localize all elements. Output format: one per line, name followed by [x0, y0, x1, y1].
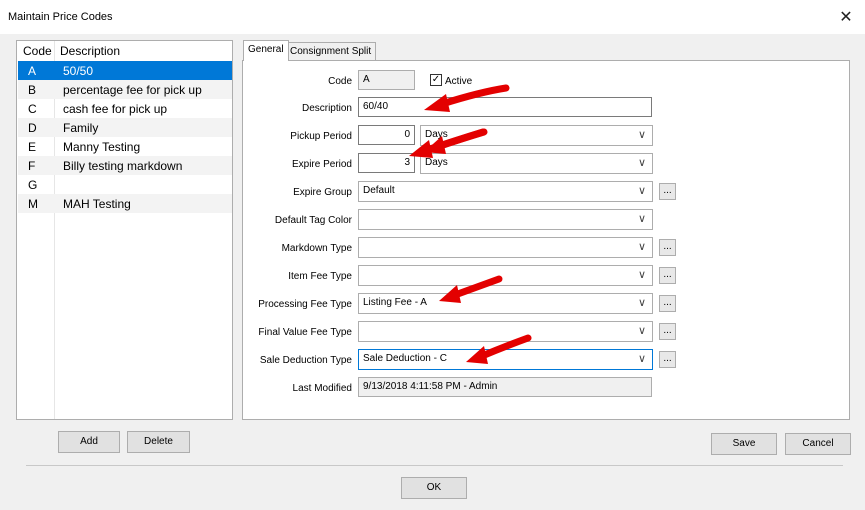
save-button[interactable]: Save — [711, 433, 777, 455]
default-tag-color-select[interactable]: ∨ — [358, 209, 653, 230]
description-label: Description — [301, 103, 352, 114]
window-title: Maintain Price Codes — [8, 11, 113, 23]
markdown-type-select[interactable]: ∨ — [358, 237, 653, 258]
list-item[interactable]: M MAH Testing — [18, 194, 232, 213]
expire-unit-value: Days — [425, 157, 448, 168]
item-fee-type-select[interactable]: ∨ — [358, 265, 653, 286]
tab-general[interactable]: General — [243, 40, 289, 61]
expire-group-browse-button[interactable]: ... — [659, 183, 676, 200]
cancel-button[interactable]: Cancel — [785, 433, 851, 455]
chevron-down-icon: ∨ — [637, 325, 646, 337]
list-item[interactable]: C cash fee for pick up — [18, 99, 232, 118]
active-checkbox[interactable]: ✓ — [430, 74, 442, 86]
list-item-code: F — [28, 159, 36, 173]
default-tag-color-label: Default Tag Color — [274, 215, 352, 226]
description-field[interactable]: 60/40 — [358, 97, 652, 117]
expire-unit-select[interactable]: Days ∨ — [420, 153, 653, 174]
code-label: Code — [328, 76, 352, 87]
expire-period-field[interactable]: 3 — [358, 153, 415, 173]
list-item-code: A — [28, 64, 37, 78]
item-fee-type-label: Item Fee Type — [288, 271, 352, 282]
active-label: Active — [445, 76, 473, 87]
title-bar: Maintain Price Codes ✕ — [0, 0, 865, 34]
processing-fee-type-browse-button[interactable]: ... — [659, 295, 676, 312]
chevron-down-icon: ∨ — [637, 353, 646, 365]
expire-period-label: Expire Period — [291, 159, 352, 170]
sale-deduction-type-value: Sale Deduction - C — [363, 353, 447, 364]
final-value-fee-type-label: Final Value Fee Type — [258, 327, 352, 338]
list-item-description: percentage fee for pick up — [63, 83, 202, 97]
list-item-description: Billy testing markdown — [63, 159, 183, 173]
list-item[interactable]: G — [18, 175, 232, 194]
list-item-code: B — [28, 83, 37, 97]
chevron-down-icon: ∨ — [637, 213, 646, 225]
ok-button[interactable]: OK — [401, 477, 467, 499]
add-button[interactable]: Add — [58, 431, 120, 453]
chevron-down-icon: ∨ — [637, 269, 646, 281]
list-item-description: Family — [63, 121, 99, 135]
list-item[interactable]: A 50/50 — [18, 61, 232, 80]
list-item-description: cash fee for pick up — [63, 102, 168, 116]
list-item-code: C — [28, 102, 37, 116]
list-item[interactable]: D Family — [18, 118, 232, 137]
pickup-unit-select[interactable]: Days ∨ — [420, 125, 653, 146]
list-item[interactable]: F Billy testing markdown — [18, 156, 232, 175]
chevron-down-icon: ∨ — [637, 241, 646, 253]
expire-group-value: Default — [363, 185, 395, 196]
processing-fee-type-value: Listing Fee - A — [363, 297, 427, 308]
pickup-period-label: Pickup Period — [290, 131, 352, 142]
tab-consignment-split[interactable]: Consignment Split — [285, 42, 377, 61]
close-icon[interactable]: ✕ — [835, 7, 857, 29]
list-header: Code Description — [17, 41, 232, 59]
final-value-fee-type-select[interactable]: ∨ — [358, 321, 653, 342]
delete-button[interactable]: Delete — [127, 431, 190, 453]
item-fee-type-browse-button[interactable]: ... — [659, 267, 676, 284]
code-field: A — [358, 70, 415, 90]
description-column-header[interactable]: Description — [60, 44, 120, 58]
chevron-down-icon: ∨ — [637, 297, 646, 309]
last-modified-label: Last Modified — [292, 383, 352, 394]
pickup-period-field[interactable]: 0 — [358, 125, 415, 145]
list-item-description: MAH Testing — [63, 197, 131, 211]
list-item-code: M — [28, 197, 38, 211]
chevron-down-icon: ∨ — [637, 157, 646, 169]
list-item-description: 50/50 — [63, 64, 94, 78]
markdown-type-label: Markdown Type — [281, 243, 352, 254]
list-item-description: Manny Testing — [63, 140, 141, 154]
chevron-down-icon: ∨ — [637, 185, 646, 197]
list-item[interactable]: E Manny Testing — [18, 137, 232, 156]
final-value-fee-type-browse-button[interactable]: ... — [659, 323, 676, 340]
processing-fee-type-select[interactable]: Listing Fee - A ∨ — [358, 293, 653, 314]
expire-group-label: Expire Group — [293, 187, 352, 198]
sale-deduction-type-select[interactable]: Sale Deduction - C ∨ — [358, 349, 653, 370]
processing-fee-type-label: Processing Fee Type — [258, 299, 352, 310]
code-column-header[interactable]: Code — [23, 44, 52, 58]
sale-deduction-type-browse-button[interactable]: ... — [659, 351, 676, 368]
list-item-code: D — [28, 121, 37, 135]
sale-deduction-type-label: Sale Deduction Type — [259, 355, 352, 366]
expire-group-select[interactable]: Default ∨ — [358, 181, 653, 202]
chevron-down-icon: ∨ — [637, 129, 646, 141]
last-modified-field: 9/13/2018 4:11:58 PM - Admin — [358, 377, 652, 397]
list-item-code: G — [28, 178, 38, 192]
list-item[interactable]: B percentage fee for pick up — [18, 80, 232, 99]
price-code-list[interactable]: Code Description A 50/50 B percentage fe… — [16, 40, 233, 420]
list-item-code: E — [28, 140, 37, 154]
separator — [26, 465, 843, 466]
markdown-type-browse-button[interactable]: ... — [659, 239, 676, 256]
pickup-unit-value: Days — [425, 129, 448, 140]
